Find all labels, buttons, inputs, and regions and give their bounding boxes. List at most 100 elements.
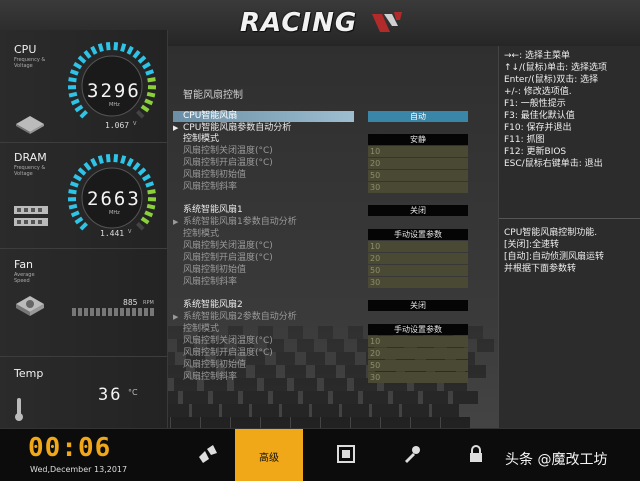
fan-icon (14, 294, 46, 316)
setting-value[interactable]: 50 (368, 170, 468, 181)
checker-square (336, 352, 355, 365)
key-hint: ESC/鼠标右键单击: 退出 (504, 158, 607, 170)
checker-square (348, 326, 363, 339)
checker-square (252, 404, 279, 417)
setting-value[interactable]: 10 (368, 146, 468, 157)
fan-bar-segment (120, 308, 124, 316)
setting-label[interactable]: 风扇控制关闭温度(°C) (183, 241, 273, 252)
gauge-segment (134, 163, 139, 169)
gauge-segment (147, 206, 155, 208)
gauge-segment (139, 169, 145, 174)
setting-value[interactable]: 手动设置参数 (368, 324, 468, 335)
checker-square (402, 404, 429, 417)
gauge-segment (137, 223, 143, 229)
key-hint: Enter/(鼠标)双击: 选择 (504, 74, 607, 86)
setting-value[interactable]: 30 (368, 277, 468, 288)
setting-label[interactable]: 系统智能风扇1 (183, 205, 243, 216)
clock: 00:06 (28, 433, 111, 463)
checker-square (171, 417, 200, 428)
setting-label[interactable]: 系统智能风扇2参数自动分析 (183, 312, 297, 323)
checker-square (261, 417, 290, 428)
setting-value[interactable]: 20 (368, 253, 468, 264)
setting-value[interactable]: 安静 (368, 134, 468, 145)
dram-voltage: 1.441 (100, 229, 124, 238)
checker-square (312, 404, 339, 417)
setting-value[interactable]: 自动 (368, 111, 468, 122)
checker-square (393, 391, 418, 404)
setting-label[interactable]: 系统智能风扇1参数自动分析 (183, 217, 297, 228)
setting-value[interactable]: 20 (368, 158, 468, 169)
gauge-segment (122, 44, 124, 52)
setting-label[interactable]: 风扇控制开启温度(°C) (183, 348, 273, 359)
setting-label[interactable]: 风扇控制关闭温度(°C) (183, 146, 273, 157)
setting-value[interactable]: 10 (368, 241, 468, 252)
setting-label[interactable]: 控制模式 (183, 324, 219, 335)
fan-bar-segment (144, 308, 148, 316)
setting-value[interactable]: 20 (368, 348, 468, 359)
fan-bar-segment (96, 308, 100, 316)
setting-label[interactable]: 风扇控制斜率 (183, 372, 237, 383)
setting-value[interactable]: 关闭 (368, 205, 468, 216)
setting-label[interactable]: 风扇控制开启温度(°C) (183, 158, 273, 169)
setting-label[interactable]: 风扇控制初始值 (183, 170, 246, 181)
gauge-segment (122, 156, 124, 164)
checker-square (423, 391, 448, 404)
setting-label[interactable]: 控制模式 (183, 229, 219, 240)
tab-security[interactable] (458, 429, 498, 481)
divider (0, 142, 167, 143)
checker-square (282, 404, 309, 417)
setting-label[interactable]: 风扇控制开启温度(°C) (183, 253, 273, 264)
checker-square (294, 378, 317, 391)
tab-advanced[interactable]: 高级 (235, 429, 303, 481)
cpu-chip-icon (14, 112, 46, 134)
key-hint: F3: 最佳化默认值 (504, 110, 607, 122)
setting-value[interactable]: 50 (368, 265, 468, 276)
gauge-segment (92, 159, 96, 166)
setting-value[interactable]: 30 (368, 182, 468, 193)
item-help: CPU智能风扇控制功能.[关闭]:全速转[自动]:自动侦测风扇运转并根据下面参数… (504, 227, 639, 275)
fan-sub2: Speed (14, 278, 30, 284)
setting-label[interactable]: CPU智能风扇参数自动分析 (183, 123, 291, 134)
checker-square (168, 391, 178, 404)
tab-tools[interactable] (393, 429, 433, 481)
gauge-segment (72, 212, 79, 215)
page-title: 智能风扇控制 (183, 86, 243, 101)
checker-square (276, 352, 295, 365)
chip-icon (337, 445, 355, 463)
checker-square (288, 326, 303, 339)
setting-label[interactable]: 风扇控制关闭温度(°C) (183, 336, 273, 347)
overclock-icon (197, 445, 219, 465)
checker-square (441, 417, 470, 428)
setting-label[interactable]: CPU智能风扇 (173, 111, 354, 122)
gauge-segment (72, 100, 79, 103)
key-hint: F12: 更新BIOS (504, 146, 607, 158)
fan-bar-segment (114, 308, 118, 316)
setting-label[interactable]: 控制模式 (183, 134, 219, 145)
setting-label[interactable]: 风扇控制初始值 (183, 265, 246, 276)
tool-icon (403, 445, 421, 463)
gauge-segment (115, 154, 116, 162)
tab-overclock[interactable] (187, 429, 227, 481)
setting-value[interactable]: 手动设置参数 (368, 229, 468, 240)
checker-square (291, 417, 320, 428)
dram-frequency: 2663 (87, 188, 141, 210)
setting-label[interactable]: 风扇控制斜率 (183, 182, 237, 193)
setting-value[interactable]: 关闭 (368, 300, 468, 311)
checker-square (345, 365, 366, 378)
gauge-segment (134, 51, 139, 57)
checker-square (318, 326, 333, 339)
setting-value[interactable]: 30 (368, 372, 468, 383)
key-hint: F1: 一般性提示 (504, 98, 607, 110)
checker-square (168, 404, 189, 417)
setting-label[interactable]: 风扇控制初始值 (183, 360, 246, 371)
checker-square (297, 339, 314, 352)
setting-label[interactable]: 系统智能风扇2 (183, 300, 243, 311)
setting-value[interactable]: 50 (368, 360, 468, 371)
checker-square (321, 417, 350, 428)
setting-label[interactable]: 风扇控制斜率 (183, 277, 237, 288)
checker-square (315, 365, 336, 378)
tab-system[interactable] (327, 429, 367, 481)
gauge-segment (81, 223, 87, 229)
dram-title: DRAM (14, 151, 47, 164)
setting-value[interactable]: 10 (368, 336, 468, 347)
